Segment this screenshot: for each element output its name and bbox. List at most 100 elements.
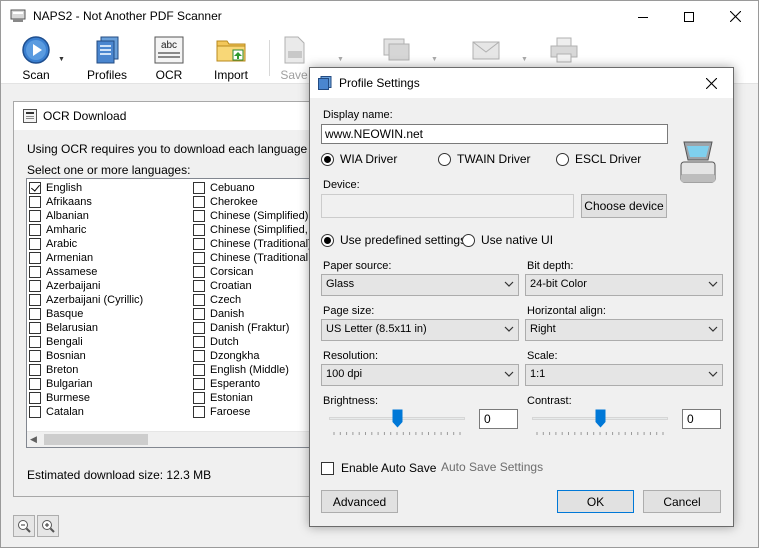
language-item[interactable]: Assamese [29, 265, 143, 279]
language-item[interactable]: Chinese (Traditional) [193, 237, 321, 251]
language-item[interactable]: Corsican [193, 265, 321, 279]
horizontal-align-select[interactable]: Right [525, 319, 723, 341]
page-size-select[interactable]: US Letter (8.5x11 in) [321, 319, 519, 341]
language-checkbox[interactable] [193, 350, 205, 362]
paper-source-select[interactable]: Glass [321, 274, 519, 296]
language-item[interactable]: Belarusian [29, 321, 143, 335]
language-checkbox[interactable] [29, 378, 41, 390]
scale-select[interactable]: 1:1 [525, 364, 723, 386]
language-checkbox[interactable] [29, 182, 41, 194]
profiles-button[interactable]: Profiles [83, 32, 131, 84]
advanced-button[interactable]: Advanced [321, 490, 398, 513]
language-checkbox[interactable] [29, 280, 41, 292]
language-checkbox[interactable] [29, 350, 41, 362]
language-item[interactable]: Azerbaijani (Cyrillic) [29, 293, 143, 307]
language-item[interactable]: Dutch [193, 335, 321, 349]
language-item[interactable]: Estonian [193, 391, 321, 405]
language-checkbox[interactable] [193, 210, 205, 222]
language-item[interactable]: Cherokee [193, 195, 321, 209]
brightness-slider[interactable] [329, 408, 465, 435]
slider-thumb[interactable] [392, 409, 403, 428]
language-item[interactable]: Czech [193, 293, 321, 307]
choose-device-button[interactable]: Choose device [581, 194, 667, 218]
ok-button[interactable]: OK [557, 490, 634, 513]
language-checkbox[interactable] [193, 406, 205, 418]
language-item[interactable]: Azerbaijani [29, 279, 143, 293]
language-item[interactable]: Bengali [29, 335, 143, 349]
save-dropdown-icon[interactable]: ▼ [337, 56, 344, 63]
language-checkbox[interactable] [193, 378, 205, 390]
language-checkbox[interactable] [193, 322, 205, 334]
horizontal-scrollbar[interactable]: ◀ [27, 431, 323, 447]
scrollbar-thumb[interactable] [44, 434, 148, 445]
language-checkbox[interactable] [193, 392, 205, 404]
language-item[interactable]: Danish [193, 307, 321, 321]
language-checkbox[interactable] [29, 196, 41, 208]
language-item[interactable]: Amharic [29, 223, 143, 237]
language-item[interactable]: Faroese [193, 405, 321, 419]
language-checkbox[interactable] [29, 322, 41, 334]
resolution-select[interactable]: 100 dpi [321, 364, 519, 386]
language-item[interactable]: Cebuano [193, 181, 321, 195]
language-checkbox[interactable] [29, 392, 41, 404]
language-item[interactable]: Dzongkha [193, 349, 321, 363]
device-field[interactable] [321, 194, 574, 218]
language-item[interactable]: Catalan [29, 405, 143, 419]
language-checkbox[interactable] [29, 224, 41, 236]
bit-depth-select[interactable]: 24-bit Color [525, 274, 723, 296]
language-item[interactable]: Bulgarian [29, 377, 143, 391]
enable-auto-save-checkbox[interactable]: Enable Auto Save [321, 461, 436, 475]
auto-save-settings-link[interactable]: Auto Save Settings [441, 460, 543, 474]
language-checkbox[interactable] [29, 266, 41, 278]
language-checkbox[interactable] [193, 336, 205, 348]
language-item[interactable]: English (Middle) [193, 363, 321, 377]
language-checkbox[interactable] [193, 182, 205, 194]
language-checkbox[interactable] [193, 364, 205, 376]
language-checkbox[interactable] [29, 406, 41, 418]
language-checkbox[interactable] [29, 336, 41, 348]
language-checkbox[interactable] [29, 308, 41, 320]
language-checkbox[interactable] [193, 252, 205, 264]
contrast-slider[interactable] [532, 408, 668, 435]
language-item[interactable]: Croatian [193, 279, 321, 293]
language-checkbox[interactable] [29, 364, 41, 376]
language-checkbox[interactable] [193, 308, 205, 320]
language-item[interactable]: Albanian [29, 209, 143, 223]
language-checkbox[interactable] [193, 238, 205, 250]
contrast-value-input[interactable]: 0 [682, 409, 721, 429]
save-pdf-button[interactable]: Save [279, 32, 309, 84]
escl-driver-radio[interactable]: ESCL Driver [556, 152, 641, 166]
language-item[interactable]: English [29, 181, 143, 195]
language-item[interactable]: Chinese (Simplified, V [193, 223, 321, 237]
language-checkbox[interactable] [193, 224, 205, 236]
close-button[interactable] [712, 1, 758, 32]
twain-driver-radio[interactable]: TWAIN Driver [438, 152, 531, 166]
language-item[interactable]: Chinese (Traditional, V [193, 251, 321, 265]
cancel-button[interactable]: Cancel [643, 490, 721, 513]
language-item[interactable]: Basque [29, 307, 143, 321]
language-checkbox[interactable] [193, 266, 205, 278]
language-item[interactable]: Burmese [29, 391, 143, 405]
language-item[interactable]: Arabic [29, 237, 143, 251]
language-item[interactable]: Chinese (Simplified) [193, 209, 321, 223]
brightness-value-input[interactable]: 0 [479, 409, 518, 429]
language-item[interactable]: Breton [29, 363, 143, 377]
wia-driver-radio[interactable]: WIA Driver [321, 152, 397, 166]
language-item[interactable]: Afrikaans [29, 195, 143, 209]
language-checkbox[interactable] [29, 294, 41, 306]
display-name-input[interactable]: www.NEOWIN.net [321, 124, 668, 144]
language-checkbox[interactable] [193, 280, 205, 292]
save-images-dropdown-icon[interactable]: ▼ [431, 56, 438, 63]
import-button[interactable]: Import [209, 32, 253, 84]
language-item[interactable]: Armenian [29, 251, 143, 265]
maximize-button[interactable] [666, 1, 712, 32]
language-checklist[interactable]: English Afrikaans Albanian Amharic Arabic Arm… [26, 178, 324, 448]
scan-dropdown-icon[interactable]: ▼ [58, 56, 65, 63]
language-checkbox[interactable] [29, 210, 41, 222]
language-checkbox[interactable] [29, 252, 41, 264]
dialog-close-button[interactable] [689, 68, 733, 98]
slider-thumb[interactable] [595, 409, 606, 428]
ocr-button[interactable]: abc OCR [151, 32, 187, 84]
zoom-out-button[interactable] [13, 515, 35, 537]
use-predefined-settings-radio[interactable]: Use predefined settings [321, 233, 466, 247]
